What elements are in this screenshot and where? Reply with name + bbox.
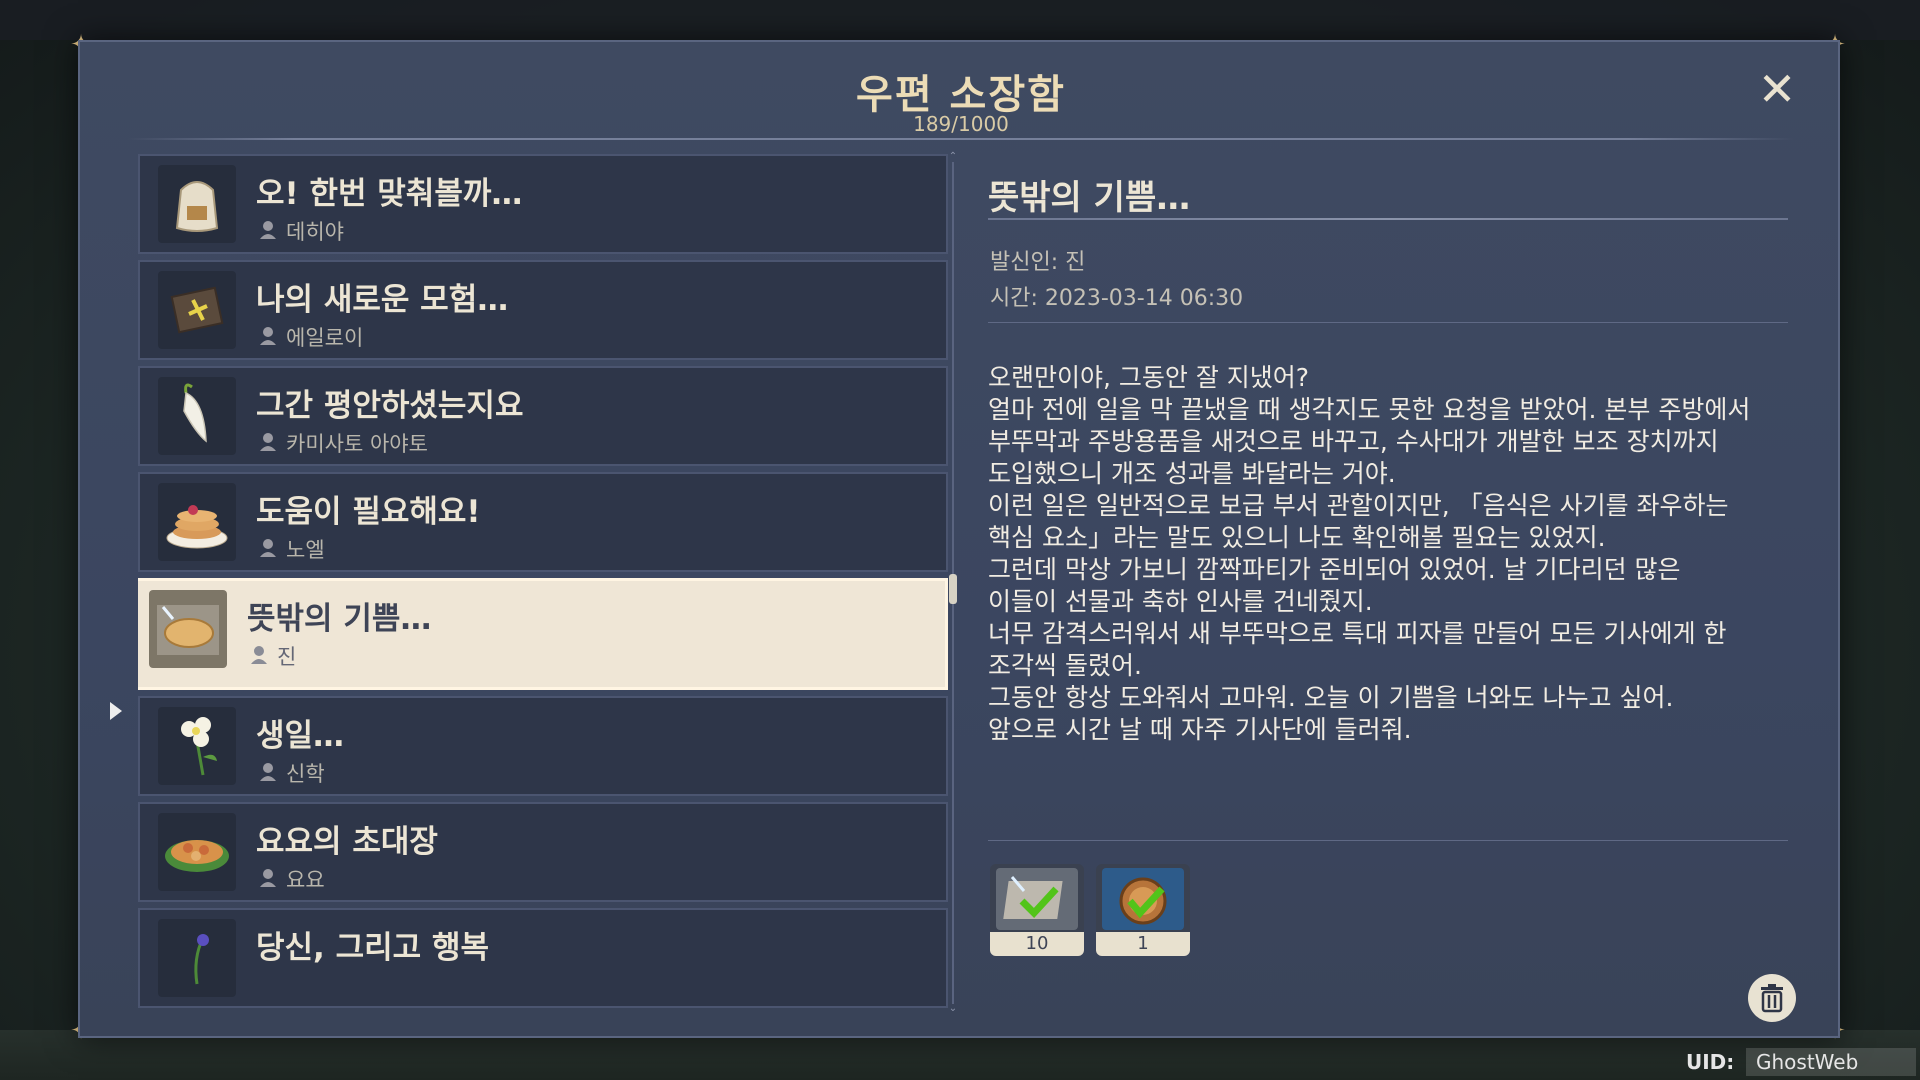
- attachment-count: 1: [1096, 932, 1190, 956]
- mailbox-window: 우편 소장함 189/1000 ✕ 오! 한번 맞춰볼까… 데히야 나의 새로운…: [78, 40, 1840, 1038]
- radish-icon: [158, 377, 236, 455]
- mail-item[interactable]: 요요의 초대장 요요: [138, 802, 948, 902]
- scroll-up-icon[interactable]: ⌃: [948, 152, 958, 162]
- mail-sender: 에일로이: [286, 326, 364, 350]
- attachment-count: 10: [990, 932, 1084, 956]
- sender-icon: [260, 869, 276, 887]
- mail-sender: 요요: [286, 868, 325, 892]
- sealed-package-icon: [158, 271, 236, 349]
- mail-count: 189/1000: [913, 112, 1009, 136]
- mail-item[interactable]: 도움이 필요해요! 노엘: [138, 472, 948, 572]
- mail-item[interactable]: 나의 새로운 모험… 에일로이: [138, 260, 948, 360]
- scroll-down-icon[interactable]: ⌄: [948, 1004, 958, 1014]
- mail-subject: 뜻밖의 기쁨…: [247, 601, 432, 637]
- mail-detail-body: 오랜만이야, 그동안 잘 지냈어? 얼마 전에 일을 막 끝냈을 때 생각지도 …: [988, 363, 1751, 744]
- close-button[interactable]: ✕: [1752, 64, 1802, 114]
- divider: [988, 218, 1788, 220]
- trash-icon: [1761, 984, 1783, 1013]
- mail-item[interactable]: 당신, 그리고 행복: [138, 908, 948, 1008]
- sender-icon: [260, 433, 276, 451]
- divider: [988, 322, 1788, 323]
- sender-icon: [260, 327, 276, 345]
- compass-icon: [1102, 868, 1184, 930]
- mail-detail-title: 뜻밖의 기쁨…: [988, 178, 1191, 218]
- flower-icon: [158, 707, 236, 785]
- uid-value: GhostWeb: [1746, 1048, 1916, 1076]
- sender-icon: [260, 763, 276, 781]
- mail-list: 오! 한번 맞춰볼까… 데히야 나의 새로운 모험… 에일로이 그간 평안하셨는…: [138, 150, 958, 1016]
- mail-detail-time: 시간: 2023-03-14 06:30: [990, 286, 1244, 311]
- scroll-thumb[interactable]: [949, 574, 957, 604]
- mail-sender: 데히야: [286, 220, 344, 244]
- pizza-icon: [149, 590, 227, 668]
- attachment-item[interactable]: 10: [990, 864, 1084, 956]
- sender-icon: [260, 221, 276, 239]
- attachment-item[interactable]: 1: [1096, 864, 1190, 956]
- flour-sack-icon: [158, 165, 236, 243]
- uid-label: UID:: [1686, 1050, 1735, 1074]
- divider: [128, 138, 1794, 140]
- dish-icon: [158, 813, 236, 891]
- plant-icon: [158, 919, 236, 997]
- mail-item-selected[interactable]: 뜻밖의 기쁨… 진: [138, 578, 948, 690]
- mail-item[interactable]: 그간 평안하셨는지요 카미사토 아야토: [138, 366, 948, 466]
- mail-subject: 생일…: [256, 718, 345, 754]
- mail-item[interactable]: 생일… 신학: [138, 696, 948, 796]
- mail-subject: 당신, 그리고 행복: [256, 930, 490, 966]
- mail-subject: 나의 새로운 모험…: [256, 282, 509, 318]
- mail-sender: 카미사토 아야토: [286, 432, 428, 456]
- mail-sender: 신학: [286, 762, 325, 786]
- divider: [988, 840, 1788, 841]
- background-top: [0, 0, 1920, 40]
- mail-list-scrollbar[interactable]: ⌃ ⌄: [948, 152, 958, 1014]
- mail-sender: 진: [277, 645, 297, 669]
- pancake-icon: [158, 483, 236, 561]
- pizza-recipe-icon: [996, 868, 1078, 930]
- sender-icon: [251, 646, 267, 664]
- mail-detail-sender: 발신인: 진: [990, 250, 1086, 275]
- mail-subject: 그간 평안하셨는지요: [256, 388, 524, 424]
- delete-button[interactable]: [1748, 974, 1796, 1022]
- mail-detail-panel: 뜻밖의 기쁨… 발신인: 진 시간: 2023-03-14 06:30 오랜만이…: [988, 152, 1808, 1032]
- mail-subject: 요요의 초대장: [256, 824, 438, 860]
- selection-arrow-icon: [110, 702, 122, 720]
- mail-item[interactable]: 오! 한번 맞춰볼까… 데히야: [138, 154, 948, 254]
- mail-sender: 노엘: [286, 538, 325, 562]
- mail-subject: 도움이 필요해요!: [256, 494, 481, 530]
- mail-subject: 오! 한번 맞춰볼까…: [256, 176, 523, 212]
- close-icon: ✕: [1757, 62, 1797, 116]
- sender-icon: [260, 539, 276, 557]
